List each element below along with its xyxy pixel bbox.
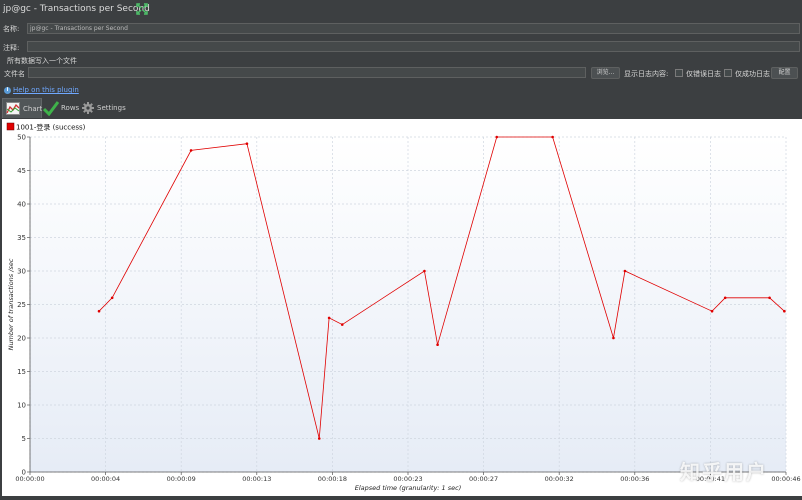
data-point	[97, 309, 101, 313]
name-label: 名称:	[3, 25, 20, 33]
y-tick-label: 30	[17, 268, 26, 276]
tab-chart[interactable]: Chart	[2, 98, 42, 118]
y-axis-label: Number of transactions /sec	[7, 258, 15, 350]
y-tick-label: 20	[17, 335, 26, 343]
x-tick-label: 00:00:18	[318, 475, 347, 483]
window-title: jp@gc - Transactions per Second	[3, 4, 150, 14]
y-tick-label: 10	[17, 402, 26, 410]
y-tick-label: 50	[17, 134, 26, 142]
log-content-label: 显示日志内容:	[624, 70, 669, 78]
chart-panel: 0 5 10 15 20 25 30 35 40 45 50 00:00:00 00:00:04 00:0…	[2, 119, 802, 496]
legend-swatch	[6, 122, 15, 131]
y-tick-label: 45	[17, 167, 26, 175]
expand-icon[interactable]	[136, 3, 148, 15]
tps-chart: 0510152025303540455000:00:00 00:00:04 00:0…	[6, 122, 801, 492]
y-tick-label: 25	[17, 301, 26, 309]
chart-icon	[6, 102, 20, 115]
tab-rows[interactable]: Rows	[43, 98, 81, 118]
browse-button[interactable]: 浏览...	[591, 67, 620, 79]
data-point	[340, 323, 344, 326]
errors-only-label: 仅错误日志	[686, 70, 721, 78]
x-tick-label: 00:00:04	[91, 475, 120, 483]
x-tick-label: 00:00:32	[545, 475, 574, 483]
tab-rows-label: Rows	[61, 104, 80, 112]
success-only-checkbox[interactable]	[724, 69, 732, 77]
y-tick-label: 35	[17, 234, 26, 242]
filename-input[interactable]	[28, 67, 586, 78]
checkmark-icon	[43, 101, 59, 116]
tab-settings-label: Settings	[97, 104, 126, 112]
x-tick-label: 00:00:23	[393, 475, 422, 483]
data-point	[495, 135, 499, 139]
window-title-bar: jp@gc - Transactions per Second	[0, 0, 802, 20]
data-point	[612, 336, 615, 340]
comment-input[interactable]	[27, 41, 800, 52]
write-all-label: 所有数据写入一个文件	[7, 57, 77, 65]
y-tick-label: 15	[17, 368, 26, 376]
watermark-text: 知乎用户	[680, 460, 768, 484]
configure-button[interactable]: 配置	[771, 67, 798, 79]
data-point	[710, 309, 714, 313]
name-input[interactable]: jp@gc - Transactions per Second	[27, 23, 800, 34]
data-point	[245, 142, 249, 145]
y-tick-label: 40	[17, 201, 26, 209]
filename-label: 文件名	[4, 70, 25, 78]
tab-settings[interactable]: Settings	[82, 98, 126, 118]
comment-label: 注释:	[3, 44, 20, 52]
y-tick-label: 5	[22, 435, 26, 443]
x-tick-label: 00:00:36	[620, 475, 649, 483]
data-point	[623, 269, 627, 273]
gear-icon	[82, 102, 94, 114]
data-point	[551, 135, 554, 139]
errors-only-checkbox[interactable]	[675, 69, 683, 77]
data-point	[783, 309, 786, 313]
data-point	[723, 296, 727, 300]
info-icon: i	[4, 87, 11, 94]
data-point	[189, 149, 193, 152]
legend-label: 1001-登录 (success)	[16, 123, 86, 132]
data-point	[327, 316, 331, 320]
x-tick-label: 00:00:27	[469, 475, 498, 483]
data-point	[317, 437, 321, 440]
x-tick-label: 00:00:46	[771, 475, 800, 483]
data-point	[110, 296, 114, 300]
data-point	[436, 343, 439, 346]
success-only-label: 仅成功日志	[735, 70, 770, 78]
data-point	[768, 296, 771, 300]
x-tick-label: 00:00:09	[167, 475, 196, 483]
tab-chart-label: Chart	[23, 105, 43, 113]
x-tick-label: 00:00:00	[15, 475, 44, 483]
x-tick-label: 00:00:13	[242, 475, 271, 483]
data-point	[423, 269, 426, 273]
help-link[interactable]: Help on this plugin	[13, 86, 79, 94]
x-axis-label: Elapsed time (granularity: 1 sec)	[355, 484, 462, 492]
